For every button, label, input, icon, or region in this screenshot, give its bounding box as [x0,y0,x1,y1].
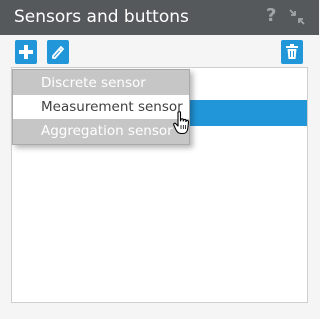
trash-icon [286,44,298,59]
menu-item-measurement-sensor[interactable]: Measurement sensor [13,95,189,119]
pencil-icon [52,46,64,59]
add-button[interactable] [15,40,37,64]
hand-pointer-icon [173,111,190,135]
panel-title: Sensors and buttons [14,7,189,27]
menu-item-aggregation-sensor[interactable]: Aggregation sensor [13,119,189,143]
sensors-panel: Sensors and buttons ? Discrete sensor Me… [0,0,319,319]
help-icon[interactable]: ? [266,6,276,26]
panel-header: Sensors and buttons ? [0,0,319,35]
shrink-icon[interactable] [289,9,305,25]
delete-button[interactable] [281,40,303,64]
menu-item-discrete-sensor[interactable]: Discrete sensor [13,71,189,95]
plus-icon [19,45,33,59]
sensor-type-menu: Discrete sensor Measurement sensor Aggre… [12,69,190,145]
edit-button[interactable] [47,40,69,64]
